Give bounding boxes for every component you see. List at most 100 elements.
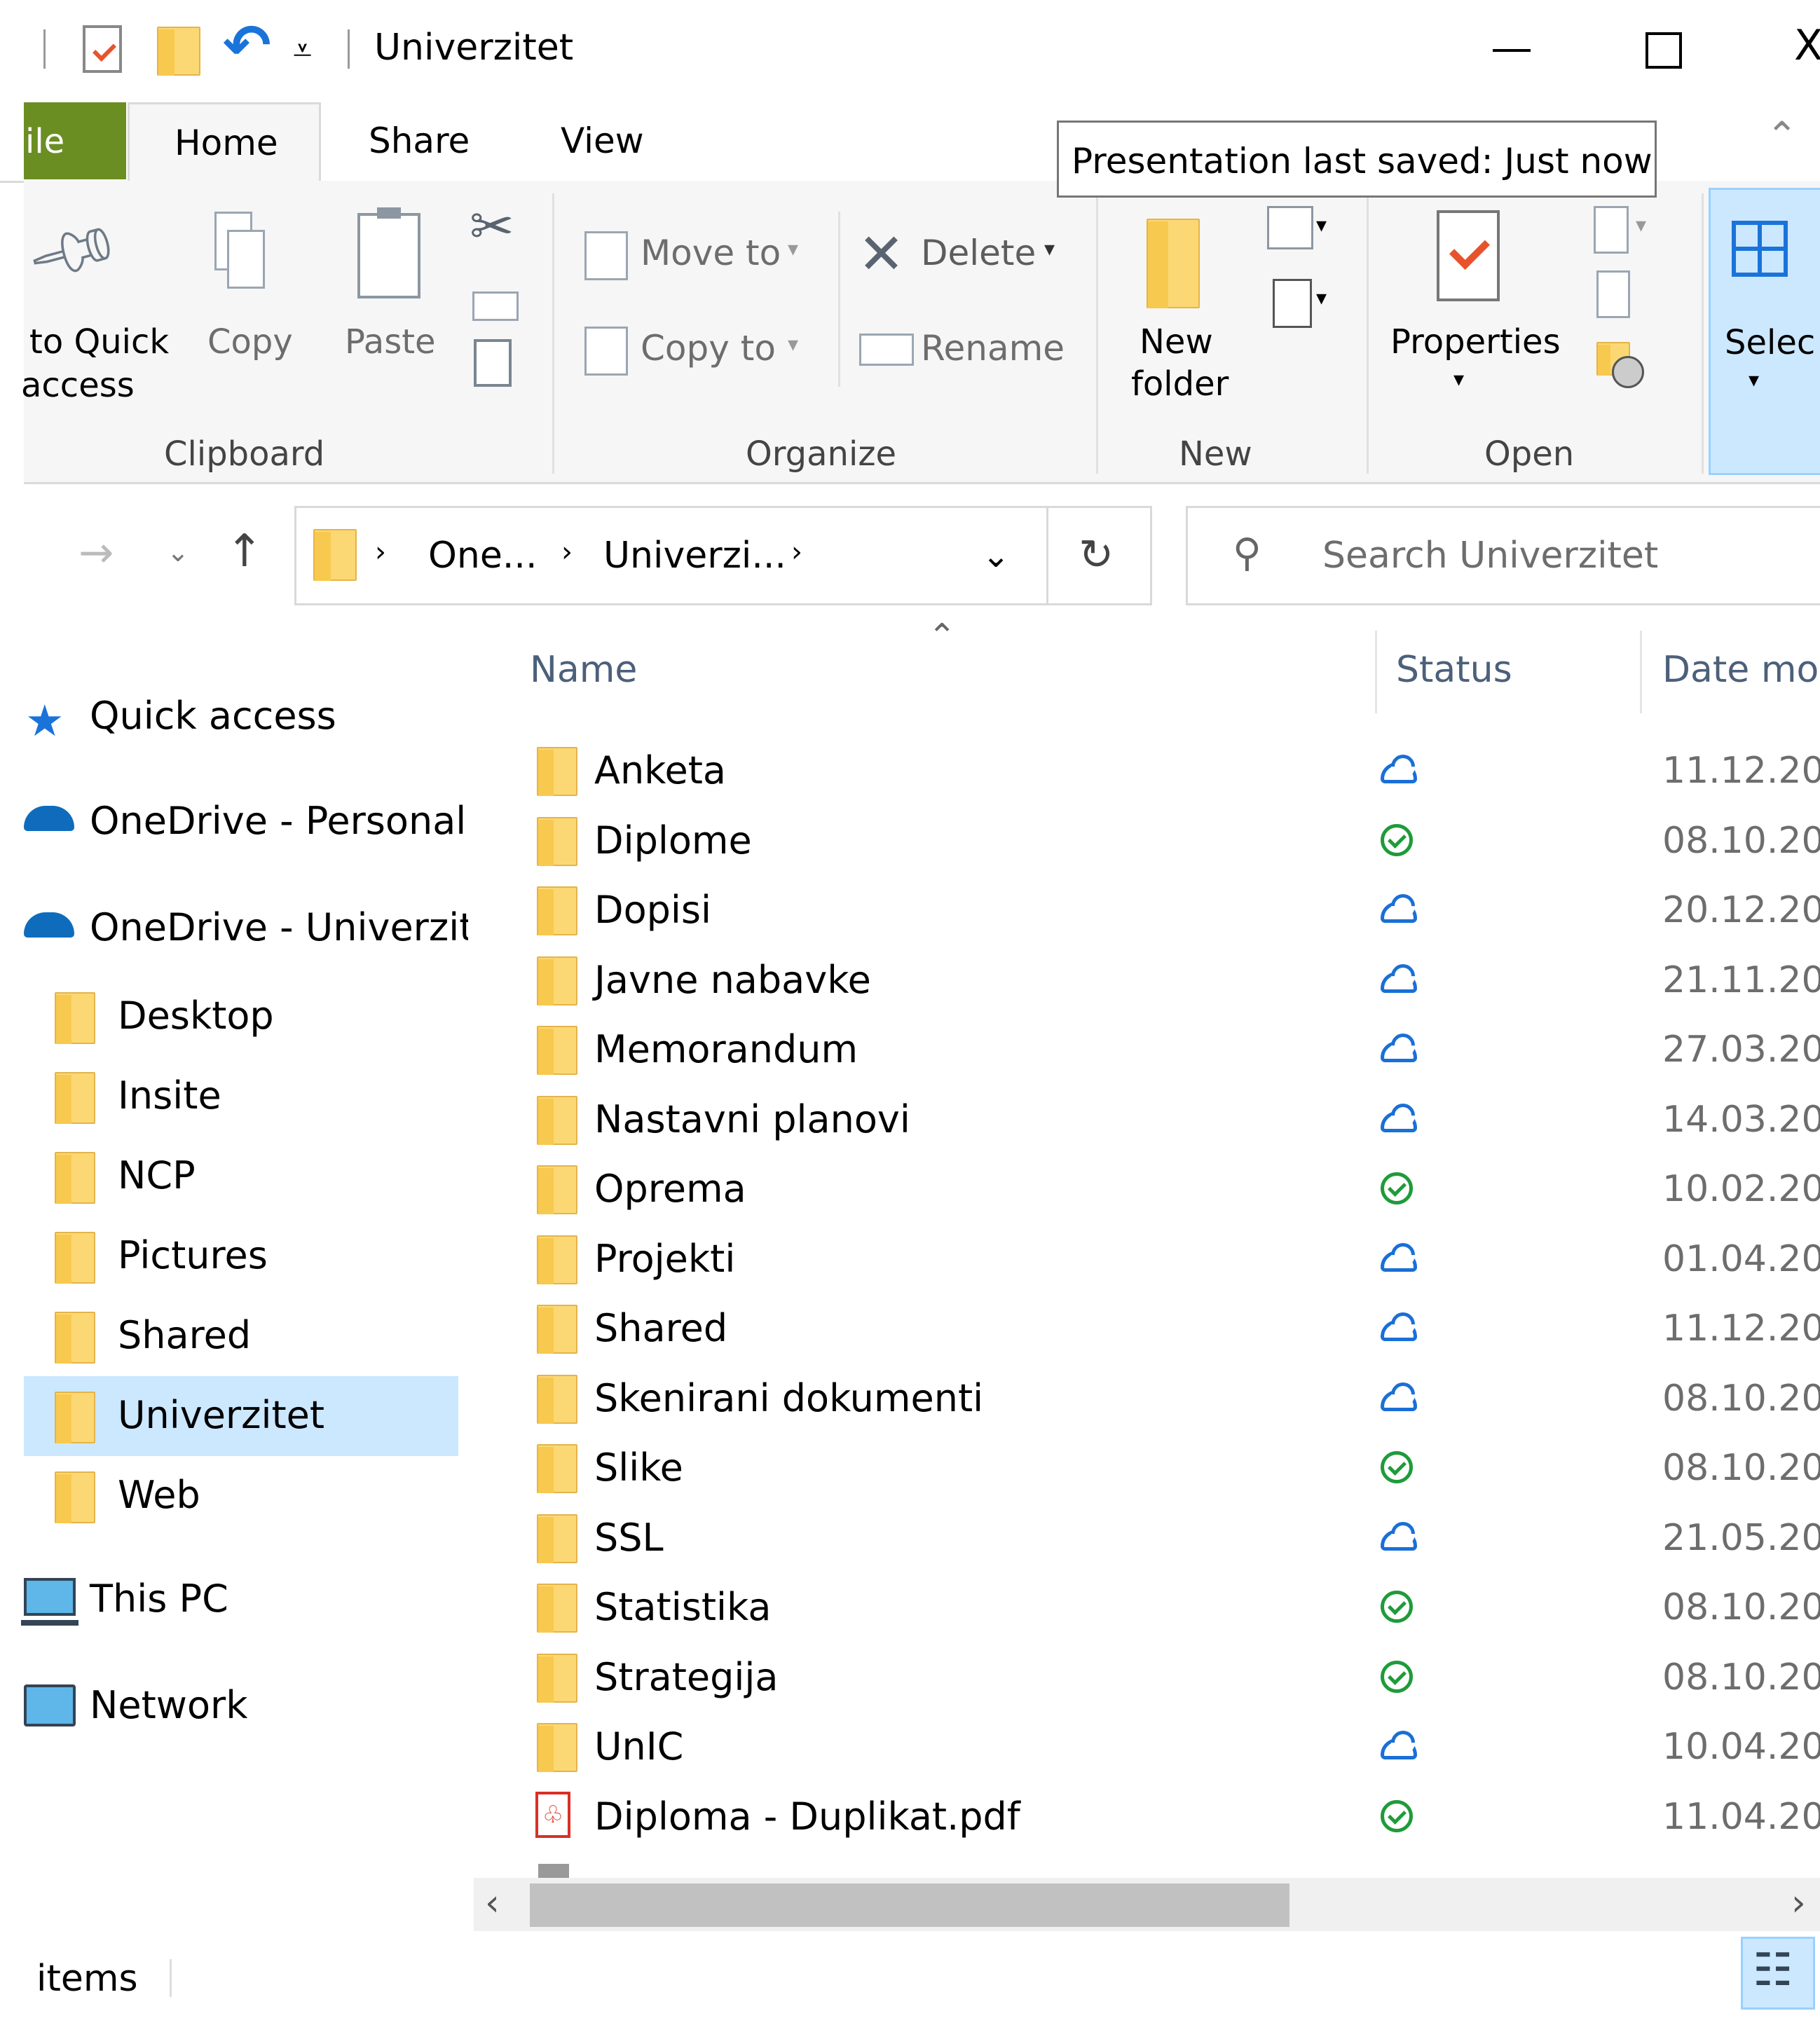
table-row[interactable]: Memorandum 27.03.202	[468, 1015, 1820, 1082]
folder-icon	[55, 1471, 95, 1523]
search-box[interactable]: ⚲ Search Univerzitet	[1186, 506, 1820, 605]
folder-icon	[537, 1723, 577, 1772]
paste-button[interactable]: Paste	[345, 322, 436, 362]
properties-icon[interactable]	[83, 25, 122, 73]
column-header-date[interactable]: Date moc	[1662, 649, 1820, 691]
group-divider	[838, 212, 840, 387]
file-date: 11.12.201	[1662, 1307, 1820, 1350]
folder-icon	[313, 529, 357, 581]
nav-folder-label: Insite	[118, 1073, 221, 1118]
paste-shortcut-icon[interactable]	[474, 339, 512, 387]
nav-folder-ncp[interactable]: NCP	[24, 1137, 458, 1216]
file-name: Memorandum	[594, 1027, 858, 1071]
copy-button[interactable]: Copy	[207, 322, 293, 362]
properties-button[interactable]: Properties	[1390, 322, 1561, 362]
group-divider	[1096, 193, 1098, 474]
divider	[1046, 508, 1048, 603]
close-button[interactable]: X	[1794, 21, 1820, 70]
scroll-left-icon[interactable]: ‹	[485, 1882, 500, 1924]
nav-folder-univerzitet[interactable]: Univerzitet	[24, 1376, 458, 1456]
collapse-ribbon-icon[interactable]: ⌃	[1766, 114, 1798, 158]
address-dropdown-icon[interactable]: ⌄	[982, 536, 1010, 575]
new-folder-icon[interactable]	[157, 27, 200, 76]
scrollbar-thumb[interactable]	[530, 1883, 1289, 1927]
nav-quick-access[interactable]: Quick access	[90, 694, 336, 738]
tab-home[interactable]: Home	[128, 102, 321, 184]
table-row[interactable]: Shared 11.12.201	[468, 1293, 1820, 1361]
table-row[interactable]: Slike 08.10.201	[468, 1433, 1820, 1500]
delete-button[interactable]: Delete	[921, 233, 1036, 273]
tab-view[interactable]: View	[561, 121, 644, 161]
nav-folder-web[interactable]: Web	[24, 1456, 458, 1536]
nav-this-pc[interactable]: This PC	[90, 1577, 228, 1621]
file-name: Anketa	[594, 748, 726, 792]
nav-folder-pictures[interactable]: Pictures	[24, 1216, 458, 1296]
breadcrumb-univerzitet[interactable]: Univerzi...	[603, 535, 786, 577]
nav-network[interactable]: Network	[90, 1683, 247, 1727]
nav-folder-desktop[interactable]: Desktop	[24, 977, 458, 1057]
nav-folder-shared[interactable]: Shared	[24, 1296, 458, 1376]
title-bar: ↶ ⩡ Univerzitet X	[0, 0, 1820, 98]
new-folder-big-icon	[1147, 219, 1200, 308]
nav-folder-label: Desktop	[118, 994, 274, 1038]
copy-path-icon[interactable]	[472, 291, 519, 321]
table-row[interactable]: Strategija 08.10.201	[468, 1642, 1820, 1710]
chevron-down-icon: ▾	[1316, 286, 1327, 310]
edit-icon[interactable]	[1596, 270, 1630, 318]
horizontal-scrollbar[interactable]: ‹ ›	[474, 1878, 1820, 1931]
cut-icon[interactable]: ✂	[470, 195, 514, 257]
maximize-button[interactable]	[1645, 32, 1682, 69]
select-button[interactable]: Selec ▾	[1709, 188, 1820, 475]
undo-icon[interactable]: ↶	[223, 13, 271, 79]
column-header-name[interactable]: Name	[530, 649, 637, 691]
table-row[interactable]: Dopisi 20.12.201	[468, 875, 1820, 942]
table-row[interactable]: SSL 21.05.201	[468, 1503, 1820, 1570]
table-row[interactable]: Nastavni planovi 14.03.202	[468, 1085, 1820, 1152]
table-row[interactable]: ♧ Diploma - Duplikat.pdf 11.04.201	[468, 1782, 1820, 1849]
details-view-button[interactable]: ☷	[1741, 1937, 1815, 2010]
history-icon[interactable]	[1596, 342, 1645, 388]
tooltip: Presentation last saved: Just now	[1057, 121, 1657, 198]
new-item-icon[interactable]	[1267, 206, 1313, 249]
folder-icon	[537, 1584, 577, 1633]
address-bar[interactable]: › One... › Univerzi... › ⌄ ↻	[294, 506, 1152, 605]
folder-icon	[537, 1026, 577, 1075]
refresh-icon[interactable]: ↻	[1079, 530, 1114, 579]
nav-onedrive-univerzitet[interactable]: OneDrive - Univerzite	[90, 905, 498, 949]
scroll-right-icon[interactable]: ›	[1791, 1882, 1806, 1924]
clipboard-group-label: Clipboard	[164, 434, 325, 474]
easy-access-icon[interactable]	[1273, 279, 1312, 328]
table-row[interactable]: Anketa 11.12.201	[468, 736, 1820, 803]
customize-quick-access-icon[interactable]: ⩡	[293, 31, 312, 71]
chevron-right-icon: ›	[561, 536, 573, 568]
up-button[interactable]: ↑	[226, 526, 264, 577]
table-row[interactable]: Statistika 08.10.201	[468, 1572, 1820, 1640]
table-row[interactable]: Diplome 08.10.201	[468, 806, 1820, 873]
new-folder-button[interactable]: New	[1140, 322, 1213, 362]
item-count: items	[36, 1958, 138, 2000]
file-name: Slike	[594, 1446, 683, 1490]
recent-locations-icon[interactable]: ⌄	[167, 537, 189, 568]
nav-onedrive-personal[interactable]: OneDrive - Personal	[90, 799, 466, 843]
search-input[interactable]: Search Univerzitet	[1322, 535, 1658, 577]
table-row[interactable]: Projekti 01.04.202	[468, 1224, 1820, 1291]
properties-big-icon	[1437, 210, 1500, 301]
table-row[interactable]: Skenirani dokumenti 08.10.201	[468, 1364, 1820, 1431]
table-row[interactable]: UnIC 10.04.202	[468, 1712, 1820, 1779]
open-icon[interactable]	[1594, 206, 1629, 254]
nav-folder-insite[interactable]: Insite	[24, 1057, 458, 1137]
pin-to-quick-access-label-2: access	[21, 366, 135, 405]
table-row[interactable]: Oprema 10.02.202	[468, 1154, 1820, 1221]
computer-icon	[24, 1578, 76, 1616]
move-to-button[interactable]: Move to	[641, 233, 781, 273]
breadcrumb-onedrive[interactable]: One...	[428, 535, 537, 577]
column-header-status[interactable]: Status	[1396, 649, 1512, 691]
table-row[interactable]: Javne nabavke 21.11.201	[468, 945, 1820, 1013]
tab-share[interactable]: Share	[369, 121, 470, 161]
forward-button[interactable]: →	[78, 528, 114, 577]
minimize-button[interactable]	[1493, 49, 1531, 52]
rename-button[interactable]: Rename	[921, 328, 1065, 369]
copy-to-button[interactable]: Copy to	[641, 328, 776, 369]
tab-file[interactable]: ile	[24, 102, 126, 179]
pin-to-quick-access-label[interactable]: to Quick	[29, 322, 169, 362]
